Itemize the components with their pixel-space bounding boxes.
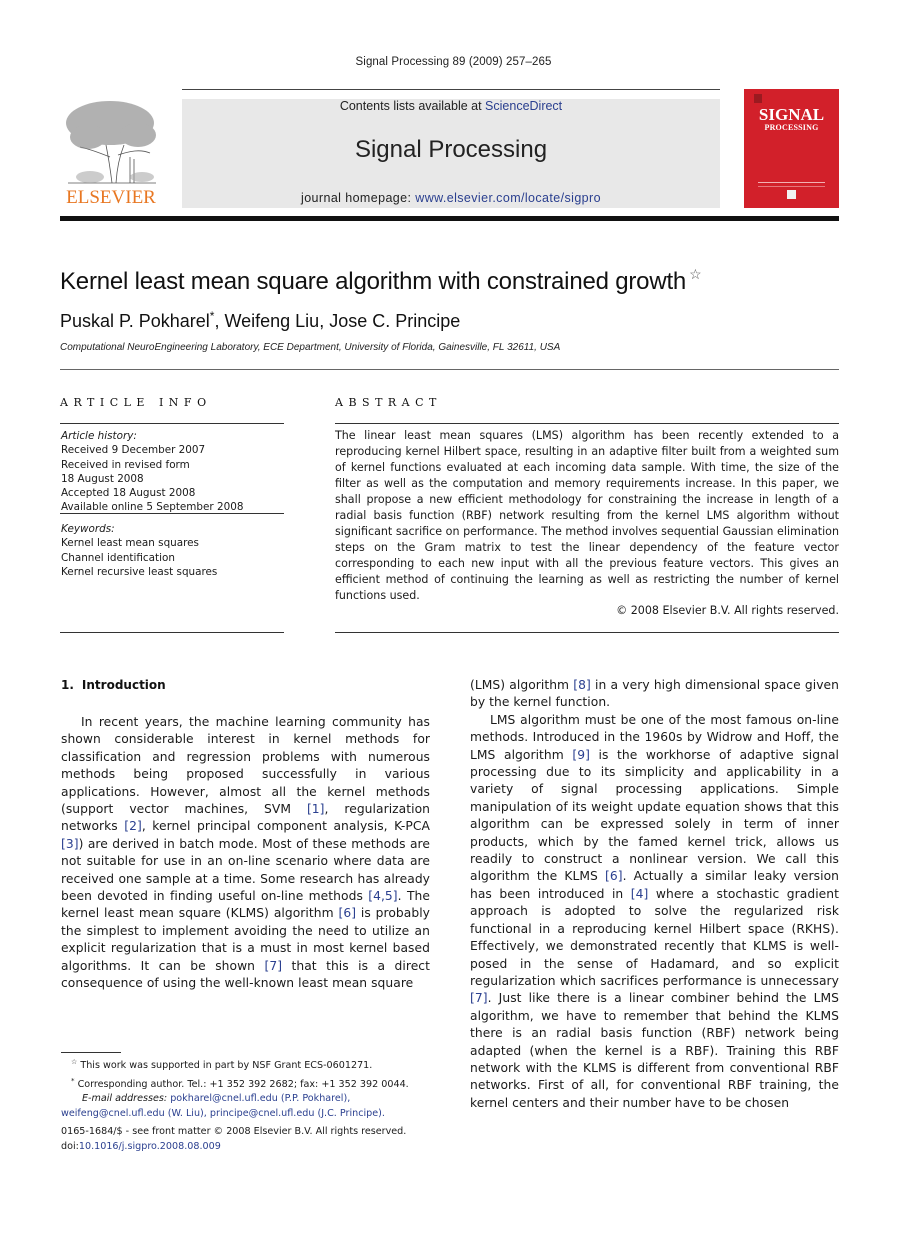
author-name[interactable]: Jose C. Principe (329, 311, 460, 331)
front-matter-copyright: 0165-1684/$ - see front matter © 2008 El… (61, 1126, 407, 1137)
doi-prefix: doi: (61, 1140, 79, 1152)
contents-line: Contents lists available at ScienceDirec… (182, 99, 720, 113)
email-link[interactable]: principe@cnel.ufl.edu (210, 1108, 315, 1119)
article-info-heading: ARTICLE INFO (60, 396, 212, 409)
article-history-label: Article history: (61, 430, 137, 442)
email-owner: (J.C. Principe). (314, 1107, 385, 1119)
title-divider (60, 369, 839, 370)
email-link[interactable]: weifeng@cnel.ufl.edu (61, 1108, 165, 1119)
sciencedirect-link[interactable]: ScienceDirect (485, 99, 562, 113)
masthead-bottom-rule (60, 216, 839, 221)
funding-text: This work was supported in part by NSF G… (80, 1060, 373, 1072)
journal-masthead: Contents lists available at ScienceDirec… (182, 99, 720, 208)
citation-link[interactable]: [7] (264, 959, 282, 973)
keyword: Channel identification (61, 551, 175, 564)
abstract-heading: ABSTRACT (335, 396, 442, 409)
funding-footnote: ☆ This work was supported in part by NSF… (61, 1055, 441, 1074)
doi-line: doi:10.1016/j.sigpro.2008.08.009 (61, 1140, 441, 1155)
footnotes: ☆ This work was supported in part by NSF… (61, 1055, 441, 1121)
history-entry: Accepted 18 August 2008 (61, 487, 196, 500)
paragraph: (LMS) algorithm [8] in a very high dimen… (470, 678, 839, 710)
footnote-star-icon: ☆ (71, 1058, 78, 1066)
email-footnote: E-mail addresses: pokharel@cnel.ufl.edu … (61, 1092, 441, 1107)
history-entry: 18 August 2008 (61, 472, 144, 485)
article-title: Kernel least mean square algorithm with … (60, 266, 702, 296)
journal-cover[interactable]: SIGNAL PROCESSING (744, 89, 839, 208)
citation-link[interactable]: [8] (573, 678, 591, 692)
history-entry: Received 9 December 2007 (61, 444, 206, 457)
section-heading-introduction: 1. Introduction (61, 678, 166, 692)
citation-link[interactable]: [9] (572, 748, 590, 762)
journal-homepage-link[interactable]: www.elsevier.com/locate/sigpro (415, 191, 601, 205)
article-info-rule (60, 632, 284, 633)
citation-link[interactable]: [4] (631, 887, 649, 901)
article-info-rule (60, 513, 284, 514)
keywords-label: Keywords: (61, 523, 115, 535)
abstract-text: The linear least mean squares (LMS) algo… (335, 429, 839, 602)
corresponding-author-mark[interactable]: * (210, 309, 215, 323)
email-owner: (P.P. Pokharel), (277, 1093, 351, 1105)
author-name[interactable]: Puskal P. Pokharel (60, 311, 210, 331)
body-column-left: In recent years, the machine learning co… (61, 714, 430, 993)
email-owner: (W. Liu), (164, 1107, 210, 1119)
journal-title: Signal Processing (354, 136, 548, 163)
citation-link[interactable]: [6] (605, 869, 623, 883)
elsevier-wordmark: ELSEVIER (66, 187, 156, 208)
email-link[interactable]: pokharel@cnel.ufl.edu (170, 1093, 278, 1104)
contents-prefix: Contents lists available at (339, 99, 486, 113)
citation-link[interactable]: [2] (124, 819, 142, 833)
elsevier-logo[interactable]: ELSEVIER (60, 97, 162, 209)
article-history: Article history: Received 9 December 200… (61, 429, 243, 515)
keyword: Kernel least mean squares (61, 537, 199, 550)
email-footnote-cont: weifeng@cnel.ufl.edu (W. Liu), principe@… (61, 1107, 441, 1122)
corresponding-text: Corresponding author. Tel.: +1 352 392 2… (77, 1078, 409, 1090)
keyword: Kernel recursive least squares (61, 565, 218, 578)
cover-logo-icon (787, 190, 796, 199)
header-rule (182, 89, 720, 90)
section-number: 1. (61, 678, 74, 692)
section-title: Introduction (81, 678, 166, 692)
paragraph: LMS algorithm must be one of the most fa… (470, 712, 839, 1110)
citation-link[interactable]: [1] (307, 802, 325, 816)
author-list: Puskal P. Pokharel*, Weifeng Liu, Jose C… (60, 309, 461, 331)
paragraph: In recent years, the machine learning co… (61, 715, 430, 991)
affiliation: Computational NeuroEngineering Laborator… (60, 342, 561, 353)
cover-divider (758, 182, 825, 183)
history-entry: Received in revised form (61, 458, 190, 471)
citation-link[interactable]: [7] (470, 991, 488, 1005)
homepage-line: journal homepage: www.elsevier.com/locat… (182, 191, 720, 205)
title-footnote-star-icon[interactable]: ☆ (689, 266, 702, 282)
doi-link[interactable]: 10.1016/j.sigpro.2008.08.009 (79, 1141, 221, 1152)
abstract-rule (335, 632, 839, 633)
journal-reference: Signal Processing 89 (2009) 257–265 (355, 56, 552, 68)
keywords: Keywords: Kernel least mean squares Chan… (61, 522, 217, 579)
corresponding-footnote: * Corresponding author. Tel.: +1 352 392… (61, 1074, 441, 1093)
cover-divider (758, 186, 825, 187)
abstract-copyright: © 2008 Elsevier B.V. All rights reserved… (616, 604, 839, 617)
cover-publisher-icon (754, 94, 762, 103)
asterisk-mark: * (71, 1076, 75, 1085)
abstract-rule (335, 423, 839, 424)
front-matter: 0165-1684/$ - see front matter © 2008 El… (61, 1125, 441, 1154)
citation-link[interactable]: [6] (338, 906, 356, 920)
citation-link[interactable]: [4,5] (368, 889, 397, 903)
cover-subtitle: PROCESSING (764, 123, 819, 132)
email-label: E-mail addresses: (82, 1093, 171, 1105)
article-title-text: Kernel least mean square algorithm with … (60, 268, 687, 295)
author-name[interactable]: Weifeng Liu (224, 311, 319, 331)
citation-link[interactable]: [3] (61, 837, 79, 851)
cover-title: SIGNAL (758, 105, 825, 124)
body-column-right: (LMS) algorithm [8] in a very high dimen… (470, 677, 839, 1112)
elsevier-tree-icon (66, 101, 156, 184)
article-info-rule (60, 423, 284, 424)
footnote-rule (61, 1052, 121, 1053)
homepage-prefix: journal homepage: (301, 191, 416, 205)
